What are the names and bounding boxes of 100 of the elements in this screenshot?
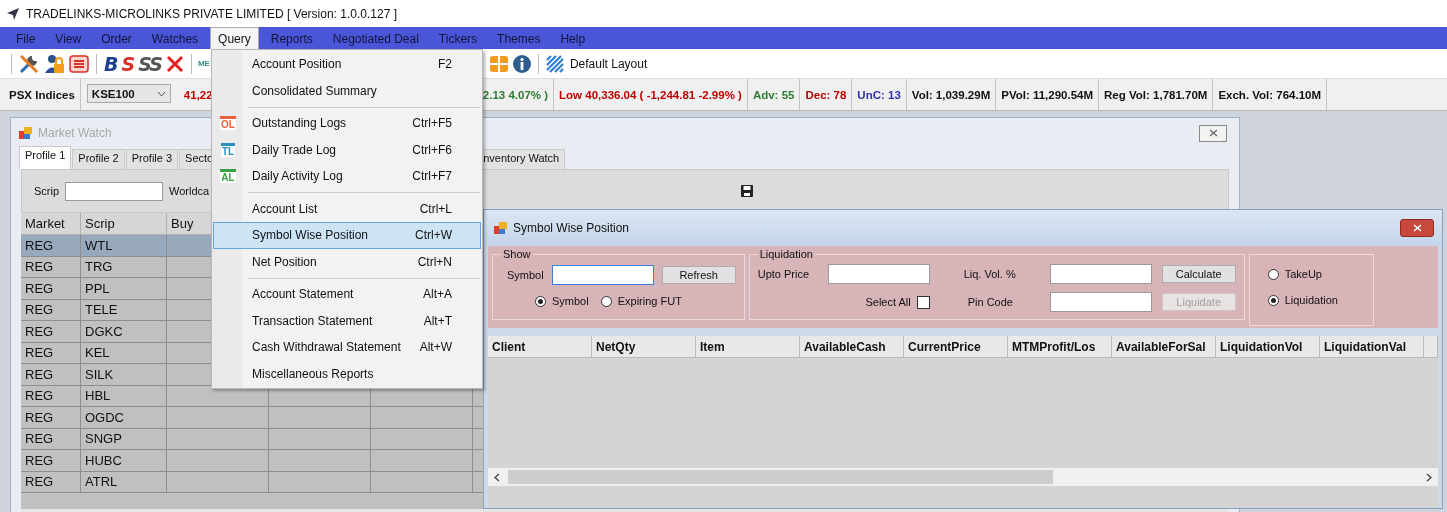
table-cell: ATRL xyxy=(81,471,167,493)
menu-item[interactable]: OL Outstanding Logs Ctrl+F5 xyxy=(213,110,481,137)
radio-button[interactable] xyxy=(600,295,612,307)
radio-button[interactable] xyxy=(1267,294,1279,306)
checkbox[interactable] xyxy=(916,295,930,309)
symbol-field[interactable] xyxy=(551,265,654,285)
tab[interactable]: Profile 1 xyxy=(19,146,72,169)
input-field[interactable] xyxy=(65,181,164,201)
group-label: Show xyxy=(502,248,532,260)
table-cell: REG xyxy=(21,278,81,300)
table-cell: OGDC xyxy=(81,407,167,429)
table-cell: HUBC xyxy=(81,450,167,472)
field-label: Worldca xyxy=(169,185,210,197)
table-cell: SILK xyxy=(81,364,167,386)
field-label: Symbol xyxy=(507,269,544,281)
scroll-left-icon[interactable] xyxy=(494,472,500,482)
table-cell: REG xyxy=(21,256,81,278)
column-header: Client xyxy=(488,336,592,358)
field-label: Upto Price xyxy=(757,268,811,280)
column-header: LiquidationVol xyxy=(1216,336,1320,358)
close-button[interactable] xyxy=(1199,124,1227,142)
menu-item[interactable]: Query xyxy=(210,27,259,49)
table-cell: REG xyxy=(21,364,81,386)
caret-icon xyxy=(156,90,166,97)
table-cell: TELE xyxy=(81,299,167,321)
tab[interactable]: Profile 2 xyxy=(72,149,125,169)
radio-label: Liquidation xyxy=(1284,294,1338,306)
table-cell: REG xyxy=(21,342,81,364)
window-icon xyxy=(19,127,32,139)
column-header: AvailableForSal xyxy=(1112,336,1216,358)
table-cell: REG xyxy=(21,471,81,493)
log-badge: OL xyxy=(220,116,236,131)
index-value: Dec: 78 xyxy=(800,79,853,110)
scroll-bar[interactable] xyxy=(488,468,1438,486)
menu-item[interactable]: Cash Withdrawal Statement Alt+W xyxy=(213,334,481,361)
tab[interactable]: Profile 3 xyxy=(125,149,179,169)
index-value: Reg Vol: 1,781.70M xyxy=(1099,79,1214,110)
menu-item[interactable]: Account Position F2 xyxy=(213,51,481,78)
layout-button[interactable]: Default Layout xyxy=(569,56,648,71)
column-header: CurrentPrice xyxy=(904,336,1008,358)
list-icon[interactable] xyxy=(68,52,90,75)
radio-button[interactable] xyxy=(1267,268,1279,280)
letter-button[interactable]: B xyxy=(103,53,118,74)
close-icon xyxy=(1412,224,1422,232)
radio-label: Symbol xyxy=(552,295,589,307)
menu-item[interactable]: Miscellaneous Reports xyxy=(213,360,481,387)
table-cell: REG xyxy=(21,450,81,472)
index-value: Adv: 55 xyxy=(747,79,801,110)
refresh-button[interactable]: Refresh xyxy=(661,266,736,284)
index-value: Exch. Vol: 764.10M xyxy=(1213,79,1328,110)
save-icon[interactable] xyxy=(741,185,754,197)
menu-item[interactable]: Net Position Ctrl+N xyxy=(213,248,481,275)
column-header: MTMProfit/Los xyxy=(1008,336,1112,358)
window-title: Market Watch xyxy=(38,126,112,140)
column-header: AvailableCash xyxy=(800,336,904,358)
letter-button[interactable]: S xyxy=(120,53,135,74)
group-label: Liquidation xyxy=(758,248,814,260)
field-label: Liq. Vol. % xyxy=(962,268,1017,280)
radio-label: Expiring FUT xyxy=(617,295,682,307)
tools-icon[interactable] xyxy=(18,52,40,75)
column-header: NetQty xyxy=(592,336,696,358)
index-value: PVol: 11,290.54M xyxy=(996,79,1100,110)
table-cell: REG xyxy=(21,299,81,321)
menu-item[interactable]: Transaction Statement Alt+T xyxy=(213,307,481,334)
index-dropdown[interactable]: KSE100 xyxy=(86,84,171,103)
menu-item[interactable]: Account Statement Alt+A xyxy=(213,281,481,308)
input-field[interactable] xyxy=(827,264,930,284)
index-value: UnC: 13 xyxy=(852,79,907,110)
close-icon[interactable] xyxy=(164,53,185,74)
table-cell: REG xyxy=(21,428,81,450)
menu-item[interactable]: Symbol Wise Position Ctrl+W xyxy=(213,222,481,249)
radio-label: TakeUp xyxy=(1284,268,1322,280)
table-cell: SNGP xyxy=(81,428,167,450)
checkbox-label: Select All xyxy=(865,296,911,308)
index-value: Low 40,336.04 ( -1,244.81 -2.99% ) xyxy=(554,79,748,110)
table-cell: REG xyxy=(21,385,81,407)
close-button[interactable] xyxy=(1400,219,1434,237)
calculate-button[interactable]: Calculate xyxy=(1161,265,1236,283)
pin-code-field[interactable] xyxy=(1049,292,1152,312)
toolbar-label: ME xyxy=(197,59,210,68)
log-badge: AL xyxy=(220,169,236,184)
table-cell: REG xyxy=(21,235,81,257)
close-icon xyxy=(1208,129,1218,137)
window-title: Symbol Wise Position xyxy=(513,221,630,235)
layout-icon[interactable] xyxy=(544,53,565,74)
info-icon[interactable] xyxy=(511,53,532,74)
app-logo-icon xyxy=(6,6,20,21)
index-label: PSX Indices xyxy=(4,79,81,110)
user-lock-icon[interactable] xyxy=(43,52,65,75)
window-icon xyxy=(494,222,507,234)
scroll-right-icon[interactable] xyxy=(1426,472,1432,482)
input-field[interactable] xyxy=(1049,264,1152,284)
letter-button[interactable]: SS xyxy=(137,53,162,74)
table-cell: REG xyxy=(21,321,81,343)
column-header: Item xyxy=(696,336,800,358)
table-cell: PPL xyxy=(81,278,167,300)
table-cell: DGKC xyxy=(81,321,167,343)
table-cell: WTL xyxy=(81,235,167,257)
radio-button[interactable] xyxy=(535,295,546,307)
table-cell: HBL xyxy=(81,385,167,407)
